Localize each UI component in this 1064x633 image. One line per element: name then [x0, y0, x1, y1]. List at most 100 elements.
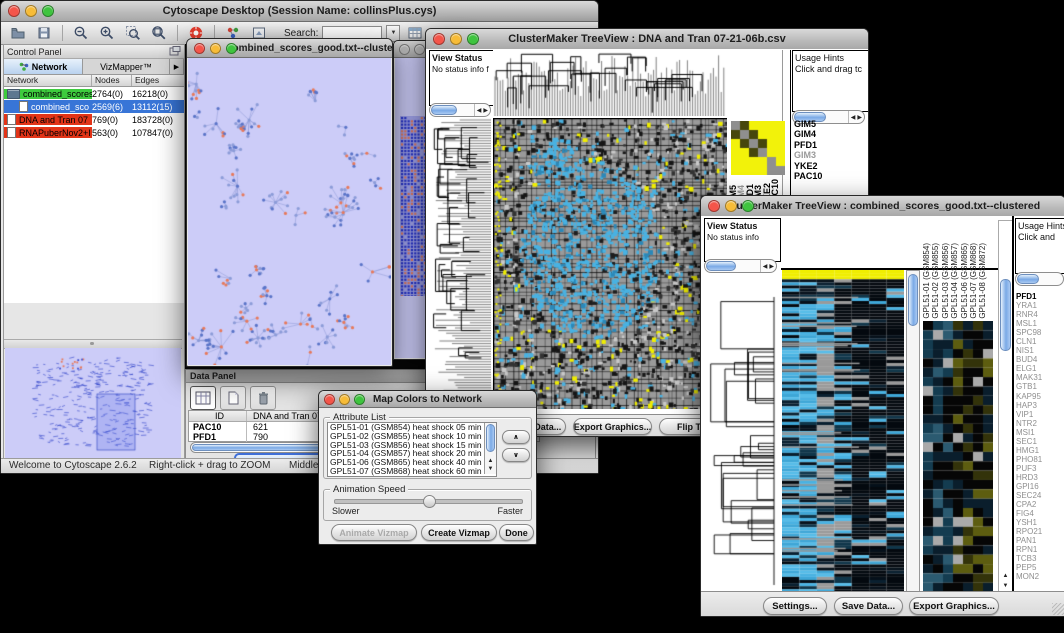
gene-label[interactable]: PFD1: [1016, 292, 1062, 301]
attribute-item[interactable]: GPL51-07 (GSM868) heat shock 60 min: [330, 467, 483, 476]
view-status-scrollbar[interactable]: ◀▶: [704, 259, 777, 273]
network-list-row[interactable]: RNAPuberNov2+I 563(0) 107847(0): [4, 126, 184, 139]
gene-label[interactable]: PAN1: [1016, 536, 1062, 545]
tab-vizmapper[interactable]: VizMapper™: [83, 59, 170, 74]
column-label[interactable]: GPL51-01 (GSM854): [922, 243, 931, 319]
gene-label[interactable]: GTB1: [1016, 382, 1062, 391]
gene-label[interactable]: TCB3: [1016, 554, 1062, 563]
gene-label[interactable]: KAP95: [1016, 392, 1062, 401]
new-attribute-icon[interactable]: [220, 386, 246, 410]
tab-network[interactable]: Network: [4, 59, 83, 74]
save-icon[interactable]: [33, 24, 55, 42]
resize-grip[interactable]: [1052, 603, 1064, 615]
gene-label[interactable]: SEC1: [1016, 437, 1062, 446]
gene-label[interactable]: PUF3: [1016, 464, 1062, 473]
minimize-button[interactable]: [414, 44, 425, 55]
network-view-titlebar[interactable]: combined_scores_good.txt--cluste...: [187, 39, 392, 58]
scroll-arrows[interactable]: ◀▶: [760, 260, 774, 272]
gene-label[interactable]: HMG1: [1016, 446, 1062, 455]
gene-label[interactable]: NIS1: [1016, 346, 1062, 355]
animate-vizmap-button[interactable]: Animate Vizmap: [331, 524, 417, 541]
minimize-button[interactable]: [725, 200, 737, 212]
column-label[interactable]: GPL51-06 (GSM865): [960, 243, 969, 319]
gene-label[interactable]: RNR4: [1016, 310, 1062, 319]
zoom-button[interactable]: [354, 394, 365, 405]
scroll-arrows[interactable]: ◀▶: [474, 104, 488, 116]
scrollbar-thumb[interactable]: [1017, 274, 1039, 284]
done-button[interactable]: Done: [499, 524, 534, 541]
attribute-item[interactable]: GPL51-06 (GSM865) heat shock 40 min: [330, 458, 483, 467]
gene-label[interactable]: MSI1: [1016, 428, 1062, 437]
attribute-list-scrollbar[interactable]: ▲ ▼: [484, 423, 496, 474]
minimize-button[interactable]: [25, 5, 37, 17]
treeview1-titlebar[interactable]: ClusterMaker TreeView : DNA and Tran 07-…: [426, 29, 868, 50]
scrollbar-thumb[interactable]: [908, 274, 918, 326]
scrollbar-thumb[interactable]: [1000, 279, 1011, 351]
gene-label[interactable]: VIP1: [1016, 410, 1062, 419]
network-graph-canvas[interactable]: [188, 58, 391, 365]
gene-label[interactable]: MAK31: [1016, 373, 1062, 382]
column-label[interactable]: GPL51-03 (GSM856): [941, 243, 950, 319]
minimize-button[interactable]: [339, 394, 350, 405]
speed-slider[interactable]: [334, 499, 523, 504]
slider-thumb[interactable]: [423, 495, 436, 508]
gene-label[interactable]: HRD3: [1016, 473, 1062, 482]
create-vizmap-button[interactable]: Create Vizmap: [421, 524, 497, 541]
row-label[interactable]: PFD1: [794, 140, 864, 150]
main-titlebar[interactable]: Cytoscape Desktop (Session Name: collins…: [1, 1, 598, 22]
dialog-titlebar[interactable]: Map Colors to Network: [319, 391, 536, 408]
usage-hints-scrollbar[interactable]: [1015, 272, 1064, 286]
network-overview-canvas[interactable]: [5, 348, 181, 458]
attribute-item[interactable]: GPL51-03 (GSM856) heat shock 15 min: [330, 441, 483, 450]
column-label[interactable]: GPL51-07 (GSM868): [969, 243, 978, 319]
export-graphics-button[interactable]: Export Graphics...: [909, 597, 999, 615]
settings-button[interactable]: Settings...: [763, 597, 827, 615]
float-panel-icon[interactable]: [169, 46, 181, 58]
attribute-browser-icon[interactable]: [190, 386, 216, 410]
scrollbar-thumb[interactable]: [486, 424, 495, 452]
close-button[interactable]: [399, 44, 410, 55]
scroll-down-icon[interactable]: ▼: [485, 466, 496, 473]
open-file-icon[interactable]: [7, 24, 29, 42]
gene-label[interactable]: MSL1: [1016, 319, 1062, 328]
attribute-item[interactable]: GPL51-02 (GSM855) heat shock 10 min: [330, 432, 483, 441]
column-label[interactable]: GPL51-08 (GSM872): [978, 243, 987, 319]
close-button[interactable]: [8, 5, 20, 17]
export-graphics-button[interactable]: Export Graphics...: [573, 418, 652, 435]
gene-label[interactable]: BUD4: [1016, 355, 1062, 364]
right-vscrollbar[interactable]: ▲ ▼: [998, 220, 1013, 593]
gene-label[interactable]: SPC98: [1016, 328, 1062, 337]
zoom-button[interactable]: [226, 43, 237, 54]
gene-label[interactable]: HAP3: [1016, 401, 1062, 410]
minimize-button[interactable]: [210, 43, 221, 54]
gene-label[interactable]: CLN1: [1016, 337, 1062, 346]
scroll-up-icon[interactable]: ▲: [999, 573, 1012, 580]
view-status-scrollbar[interactable]: ◀▶: [429, 103, 491, 117]
attribute-item[interactable]: GPL51-04 (GSM857) heat shock 20 min: [330, 449, 483, 458]
gene-label[interactable]: PHO81: [1016, 455, 1062, 464]
gene-label[interactable]: RPN1: [1016, 545, 1062, 554]
gene-label[interactable]: YSH1: [1016, 518, 1062, 527]
move-up-button[interactable]: ∧: [502, 430, 530, 444]
row-dendrogram-canvas[interactable]: [704, 291, 777, 591]
gene-label[interactable]: CPA2: [1016, 500, 1062, 509]
mini-correlation-heatmap[interactable]: [731, 121, 785, 175]
expression-heatmap-canvas[interactable]: [782, 270, 904, 591]
tab-overflow-arrow[interactable]: ▶: [170, 59, 184, 74]
column-label[interactable]: GPL51-02 (GSM855): [931, 243, 940, 319]
zoom-selected-icon[interactable]: [122, 24, 144, 42]
save-data-button[interactable]: Save Data...: [834, 597, 903, 615]
row-label[interactable]: GIM5: [794, 119, 864, 129]
row-label[interactable]: GIM3: [794, 150, 864, 160]
scroll-down-icon[interactable]: ▼: [999, 583, 1012, 590]
gene-label[interactable]: NTR2: [1016, 419, 1062, 428]
correlation-heatmap-canvas[interactable]: [493, 118, 727, 409]
delete-attribute-icon[interactable]: [250, 386, 276, 410]
gene-label[interactable]: SEC24: [1016, 491, 1062, 500]
row-label[interactable]: YKE2: [794, 161, 864, 171]
gene-label[interactable]: FIG4: [1016, 509, 1062, 518]
scroll-up-icon[interactable]: ▲: [485, 458, 496, 465]
network-list-row[interactable]: combined_sco 2569(6) 13112(15): [4, 100, 184, 113]
column-label[interactable]: GPL51-04 (GSM857): [950, 243, 959, 319]
close-button[interactable]: [194, 43, 205, 54]
